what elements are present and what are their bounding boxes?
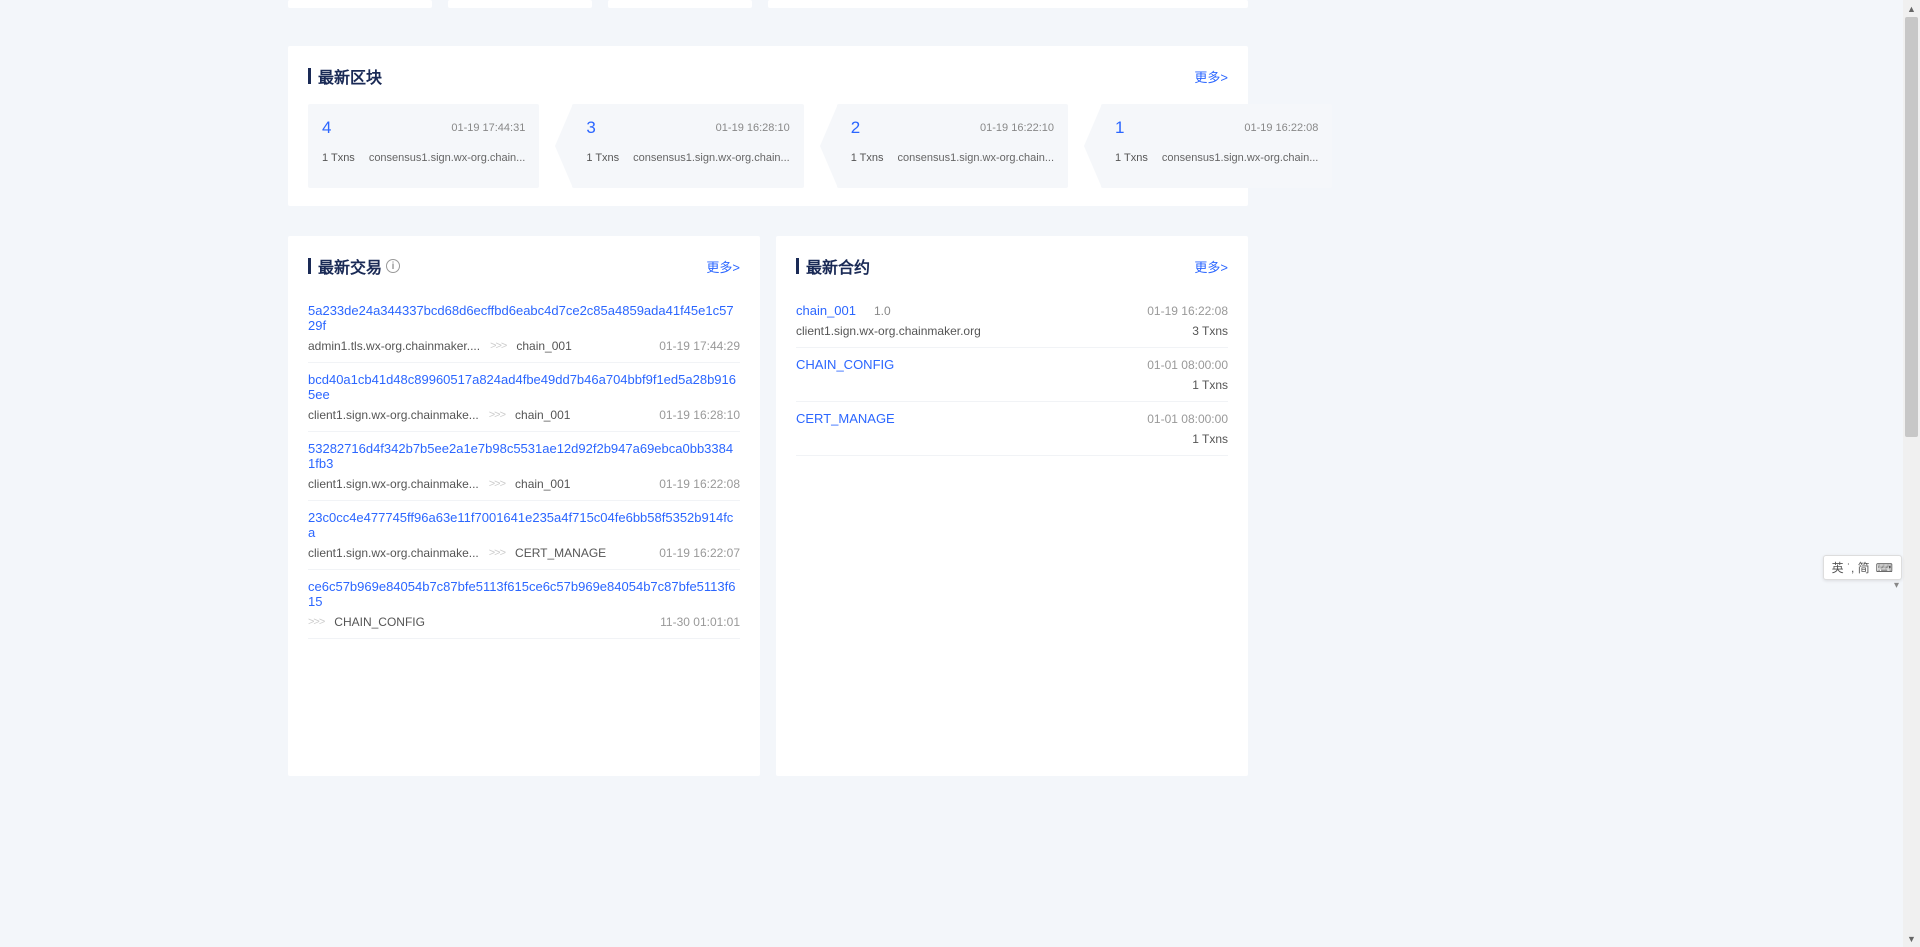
tx-time: 01-19 16:22:07 [659, 546, 740, 560]
block-card[interactable]: 1 01-19 16:22:08 1 Txns consensus1.sign.wx-… [1084, 104, 1332, 188]
block-time: 01-19 17:44:31 [451, 122, 525, 134]
tx-chain: CERT_MANAGE [515, 546, 606, 560]
arrow-right-icon: >>> [489, 547, 505, 559]
contract-txns: 3 Txns [1192, 324, 1228, 338]
tx-sender: client1.sign.wx-org.chainmake... [308, 546, 479, 560]
block-number[interactable]: 4 [322, 118, 331, 138]
latest-blocks-more-link[interactable]: 更多> [1194, 67, 1228, 86]
tx-hash-link[interactable]: bcd40a1cb41d48c89960517a824ad4fbe49dd7b4… [308, 372, 740, 402]
arrow-left-icon [820, 104, 838, 188]
block-time: 01-19 16:28:10 [716, 122, 790, 134]
latest-tx-panel: 最新交易 i 更多> 5a233de24a344337bcd68d6ecffbd… [288, 236, 760, 776]
block-card[interactable]: 2 01-19 16:22:10 1 Txns consensus1.sign.wx-… [820, 104, 1068, 188]
block-org: consensus1.sign.wx-org.chain... [633, 152, 790, 164]
tx-chain: chain_001 [516, 339, 571, 353]
arrow-right-icon: >>> [490, 340, 506, 352]
ime-dropdown-icon[interactable]: ▾ [1894, 580, 1899, 591]
contract-name-link[interactable]: CHAIN_CONFIG [796, 357, 894, 372]
block-org: consensus1.sign.wx-org.chain... [1162, 152, 1319, 164]
tx-item: 5a233de24a344337bcd68d6ecffbd6eabc4d7ce2… [308, 294, 740, 363]
contract-item: chain_001 1.0 01-19 16:22:08 client1.sign.w… [796, 294, 1228, 348]
block-number[interactable]: 1 [1115, 118, 1124, 138]
stat-card [608, 0, 752, 8]
tx-item: 23c0cc4e477745ff96a63e11f7001641e235a4f7… [308, 501, 740, 570]
block-number[interactable]: 2 [851, 118, 860, 138]
keyboard-icon: ⌨ [1876, 561, 1893, 575]
tx-chain: chain_001 [515, 477, 570, 491]
tx-time: 01-19 16:28:10 [659, 408, 740, 422]
scrollbar-down-arrow-icon[interactable]: ▼ [1903, 930, 1920, 947]
scrollbar-thumb[interactable] [1905, 17, 1918, 437]
contract-time: 01-01 08:00:00 [1147, 412, 1228, 426]
contract-item: CERT_MANAGE 01-01 08:00:00 1 Txns [796, 402, 1228, 456]
block-time: 01-19 16:22:08 [1244, 122, 1318, 134]
block-txns: 1 Txns [1115, 152, 1148, 164]
block-txns: 1 Txns [322, 152, 355, 164]
latest-contract-more-link[interactable]: 更多> [1194, 257, 1228, 276]
scrollbar[interactable]: ▲ ▼ [1903, 0, 1920, 947]
stat-cards-row [288, 0, 1248, 16]
tx-sender: client1.sign.wx-org.chainmake... [308, 408, 479, 422]
info-icon[interactable]: i [386, 259, 400, 273]
tx-sender: admin1.tls.wx-org.chainmaker.... [308, 339, 480, 353]
stat-card [288, 0, 432, 8]
tx-hash-link[interactable]: 5a233de24a344337bcd68d6ecffbd6eabc4d7ce2… [308, 303, 740, 333]
contract-item: CHAIN_CONFIG 01-01 08:00:00 1 Txns [796, 348, 1228, 402]
stat-card [448, 0, 592, 8]
latest-blocks-panel: 最新区块 更多> 4 01-19 17:44:31 1 Txns consensus1… [288, 46, 1248, 206]
block-txns: 1 Txns [851, 152, 884, 164]
contract-org: client1.sign.wx-org.chainmaker.org [796, 324, 981, 338]
tx-time: 01-19 16:22:08 [659, 477, 740, 491]
ime-text: 英 ˙, 简 [1832, 559, 1870, 576]
stat-card [768, 0, 1248, 8]
arrow-right-icon: >>> [308, 616, 324, 628]
block-card[interactable]: 3 01-19 16:28:10 1 Txns consensus1.sign.wx-… [555, 104, 803, 188]
contract-txns: 1 Txns [1192, 432, 1228, 446]
block-txns: 1 Txns [586, 152, 619, 164]
contract-time: 01-01 08:00:00 [1147, 358, 1228, 372]
contract-name-link[interactable]: chain_001 [796, 303, 856, 318]
contract-name-link[interactable]: CERT_MANAGE [796, 411, 895, 426]
block-time: 01-19 16:22:10 [980, 122, 1054, 134]
contract-time: 01-19 16:22:08 [1147, 304, 1228, 318]
latest-blocks-title: 最新区块 [308, 64, 382, 88]
tx-sender: client1.sign.wx-org.chainmake... [308, 477, 479, 491]
latest-tx-title: 最新交易 i [308, 254, 400, 278]
latest-contract-title: 最新合约 [796, 254, 870, 278]
latest-tx-more-link[interactable]: 更多> [706, 257, 740, 276]
contract-version: 1.0 [874, 304, 891, 318]
contract-txns: 1 Txns [1192, 378, 1228, 392]
block-card[interactable]: 4 01-19 17:44:31 1 Txns consensus1.sign.wx-… [308, 104, 539, 188]
arrow-left-icon [555, 104, 573, 188]
tx-item: bcd40a1cb41d48c89960517a824ad4fbe49dd7b4… [308, 363, 740, 432]
tx-chain: chain_001 [515, 408, 570, 422]
ime-indicator[interactable]: 英 ˙, 简 ⌨ ▾ [1823, 555, 1902, 580]
tx-time: 11-30 01:01:01 [660, 615, 740, 629]
tx-chain: CHAIN_CONFIG [334, 615, 425, 629]
arrow-right-icon: >>> [489, 478, 505, 490]
tx-item: 53282716d4f342b7b5ee2a1e7b98c5531ae12d92… [308, 432, 740, 501]
tx-time: 01-19 17:44:29 [659, 339, 740, 353]
tx-item: ce6c57b969e84054b7c87bfe5113f615ce6c57b9… [308, 570, 740, 639]
arrow-left-icon [1084, 104, 1102, 188]
latest-tx-title-text: 最新交易 [318, 254, 382, 278]
tx-hash-link[interactable]: 53282716d4f342b7b5ee2a1e7b98c5531ae12d92… [308, 441, 740, 471]
scrollbar-up-arrow-icon[interactable]: ▲ [1903, 0, 1920, 17]
block-org: consensus1.sign.wx-org.chain... [369, 152, 526, 164]
tx-hash-link[interactable]: 23c0cc4e477745ff96a63e11f7001641e235a4f7… [308, 510, 740, 540]
arrow-right-icon: >>> [489, 409, 505, 421]
block-number[interactable]: 3 [586, 118, 595, 138]
latest-contract-panel: 最新合约 更多> chain_001 1.0 01-19 16:22:08 clien… [776, 236, 1248, 776]
block-org: consensus1.sign.wx-org.chain... [898, 152, 1055, 164]
tx-hash-link[interactable]: ce6c57b969e84054b7c87bfe5113f615ce6c57b9… [308, 579, 740, 609]
